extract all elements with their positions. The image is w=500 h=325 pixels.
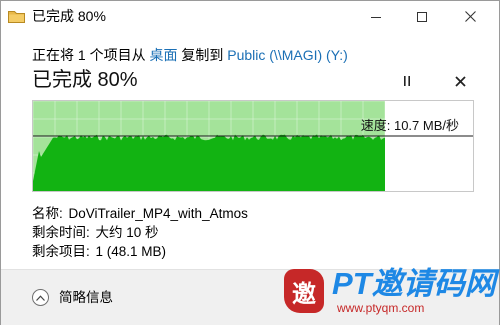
file-name-row: 名称: DoViTrailer_MP4_with_Atmos [32,206,248,222]
maximize-icon [417,11,427,22]
maximize-button[interactable] [399,1,445,32]
transfer-speed-graph: 速度: 10.7 MB/秒 [32,100,474,192]
file-name-value: DoViTrailer_MP4_with_Atmos [68,206,248,221]
close-icon [464,11,476,22]
cancel-icon [454,75,466,87]
destination-link[interactable]: Public (\\MAGI) (Y:) [227,47,348,63]
items-remaining-row: 剩余项目: 1 (48.1 MB) [32,244,166,260]
time-remaining-label: 剩余时间: [32,225,94,240]
time-remaining-row: 剩余时间: 大约 10 秒 [32,225,159,241]
file-name-label: 名称: [32,206,67,221]
close-button[interactable] [447,1,493,32]
pause-button[interactable] [397,71,417,91]
window-title: 已完成 80% [32,8,106,24]
speed-label: 速度: 10.7 MB/秒 [360,118,459,133]
time-remaining-value: 大约 10 秒 [95,225,159,240]
copy-progress-window: 已完成 80% 正在将 1 个项目从 桌面 复制到 Public (\\MAGI… [0,0,500,325]
copy-prefix-text: 正在将 1 个项目从 [32,47,150,63]
progress-heading: 已完成 80% [32,69,138,91]
copy-middle-text: 复制到 [177,47,228,63]
items-remaining-value: 1 (48.1 MB) [95,244,167,259]
cancel-button[interactable] [450,71,470,91]
speed-graph-canvas [33,101,473,191]
items-remaining-label: 剩余项目: [32,244,94,259]
watermark-logo: 邀 [284,269,324,313]
folder-copy-icon [8,10,25,23]
watermark-brand: PT邀请码网 [332,266,496,301]
minimize-button[interactable] [353,1,399,32]
minimize-icon [371,16,381,18]
watermark: 邀 PT邀请码网 www.ptyqm.com [284,266,496,319]
fewer-details-label[interactable]: 简略信息 [59,290,113,306]
source-link[interactable]: 桌面 [149,47,177,63]
copy-description: 正在将 1 个项目从 桌面 复制到 Public (\\MAGI) (Y:) [32,46,348,64]
watermark-url: www.ptyqm.com [337,301,425,315]
title-bar: 已完成 80% [1,1,499,32]
fewer-details-button[interactable] [32,289,49,306]
pause-icon [404,76,410,86]
speed-history-area [33,134,385,191]
chevron-up-icon [36,294,45,301]
